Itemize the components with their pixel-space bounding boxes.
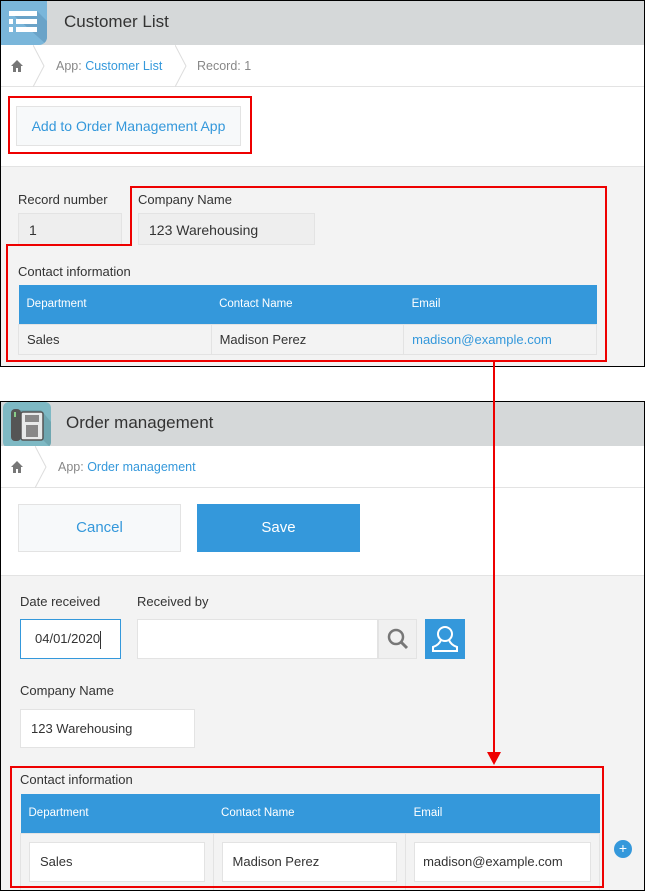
column-header-department: Department	[20, 794, 214, 833]
breadcrumb-separator	[35, 446, 47, 488]
company-name-label: Company Name	[138, 192, 232, 207]
contact-table: Department Contact Name Email Sales Madi…	[18, 285, 597, 355]
user-picker-button[interactable]	[425, 619, 465, 659]
app-title: Order management	[66, 413, 214, 432]
table-header-row: Department Contact Name Email	[18, 285, 597, 324]
department-cell: Sales	[18, 323, 212, 355]
add-to-order-management-button[interactable]: Add to Order Management App	[16, 106, 241, 146]
received-by-input[interactable]	[137, 619, 378, 659]
list-icon	[1, 1, 47, 45]
phone-icon	[3, 402, 51, 448]
breadcrumb-record: Record: 1	[197, 59, 252, 73]
column-header-email: Email	[403, 285, 597, 324]
order-management-window: Order management App: Order management C…	[0, 401, 645, 891]
table-header-row: Department Contact Name Email	[20, 794, 600, 833]
column-header-department: Department	[18, 285, 212, 324]
department-input[interactable]: Sales	[29, 842, 205, 882]
customer-list-window: Customer List App: Customer List Record:…	[0, 0, 645, 367]
cancel-button[interactable]: Cancel	[18, 504, 181, 552]
contact-table: Department Contact Name Email Sales Madi…	[20, 794, 600, 890]
user-icon	[432, 626, 458, 652]
save-button[interactable]: Save	[197, 504, 360, 552]
app-title: Customer List	[64, 12, 169, 31]
home-icon[interactable]	[10, 59, 24, 73]
search-user-button[interactable]	[378, 619, 417, 659]
date-received-value: 04/01/2020	[35, 631, 101, 646]
add-row-button[interactable]: +	[614, 840, 632, 858]
email-input[interactable]: madison@example.com	[414, 842, 591, 882]
breadcrumb: App: Customer List Record: 1	[1, 45, 644, 87]
company-name-input[interactable]: 123 Warehousing	[20, 709, 195, 748]
contact-info-label: Contact information	[18, 264, 131, 279]
contact-name-input[interactable]: Madison Perez	[221, 842, 398, 882]
company-name-value: 123 Warehousing	[138, 213, 315, 245]
breadcrumb-app: App: Order management	[58, 446, 196, 488]
app-header: Order management	[1, 402, 644, 448]
breadcrumb-app: App: Customer List	[56, 45, 162, 87]
column-header-contact-name: Contact Name	[213, 794, 406, 833]
table-row: Sales Madison Perez madison@example.com	[18, 323, 597, 355]
table-row: Sales Madison Perez madison@example.com	[20, 832, 600, 890]
contact-info-label: Contact information	[20, 772, 133, 787]
contact-name-cell: Madison Perez	[210, 323, 405, 355]
breadcrumb-app-link[interactable]: Customer List	[85, 59, 162, 73]
plus-icon: +	[618, 840, 628, 856]
company-name-label: Company Name	[20, 683, 114, 698]
record-number-label: Record number	[18, 192, 108, 207]
record-toolbar: Add to Order Management App	[1, 87, 644, 167]
email-link[interactable]: madison@example.com	[403, 323, 597, 355]
arrow-head-icon	[487, 752, 501, 765]
home-icon[interactable]	[10, 460, 24, 474]
text-cursor	[100, 630, 102, 649]
app-header: Customer List	[1, 1, 644, 45]
received-by-label: Received by	[137, 594, 209, 609]
breadcrumb-app-prefix: App:	[56, 59, 86, 73]
date-received-input[interactable]: 04/01/2020	[20, 619, 121, 659]
breadcrumb-app-prefix: App:	[58, 460, 88, 474]
record-toolbar: Cancel Save	[1, 488, 644, 576]
breadcrumb: App: Order management	[1, 446, 644, 488]
date-received-label: Date received	[20, 594, 101, 609]
record-number-value: 1	[18, 213, 122, 245]
search-icon	[387, 628, 409, 650]
breadcrumb-app-link[interactable]: Order management	[87, 460, 195, 474]
column-header-contact-name: Contact Name	[211, 285, 404, 324]
breadcrumb-separator	[33, 45, 45, 87]
column-header-email: Email	[405, 794, 600, 833]
breadcrumb-separator	[175, 45, 187, 87]
